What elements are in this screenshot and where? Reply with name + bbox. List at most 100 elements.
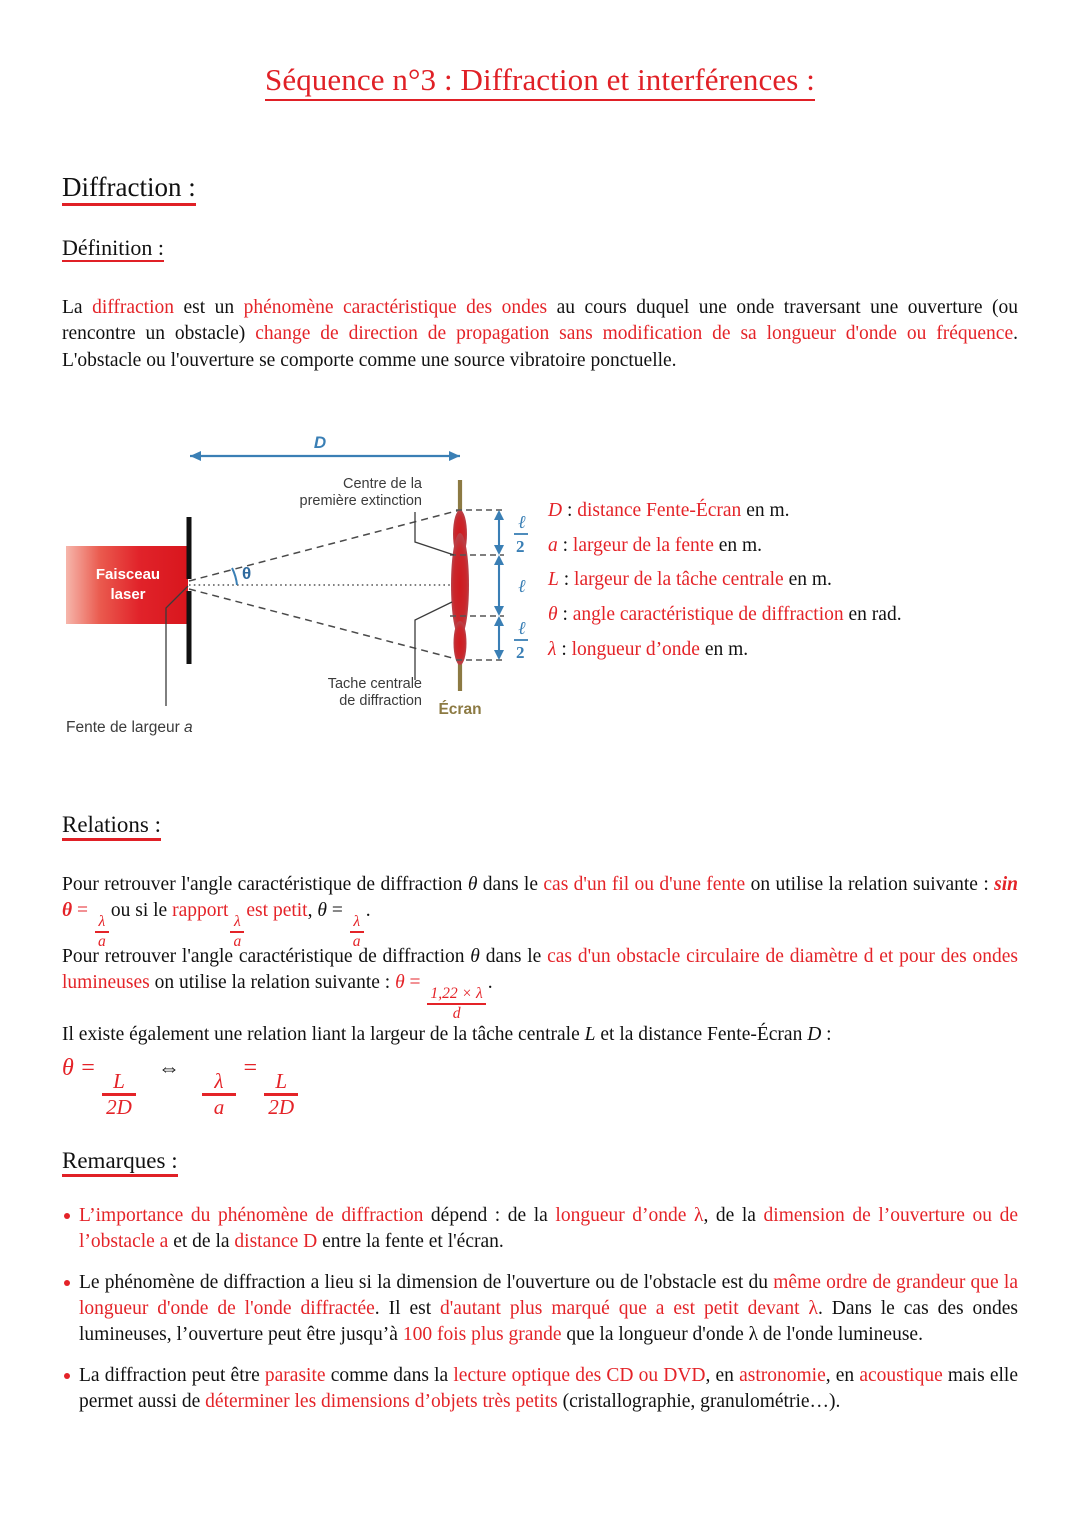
- diffraction-diagram: D Faisceau laser θ ℓ 2 ℓ ℓ 2 Centre de l…: [62, 424, 532, 746]
- legend-item: D : distance Fente-Écran en m.: [548, 494, 1018, 529]
- relations-paragraph-3: Il existe également une relation liant l…: [62, 1022, 1018, 1048]
- formula-equals-2: =: [242, 1055, 259, 1081]
- formula-equals-1: =: [79, 1055, 96, 1081]
- svg-text:θ: θ: [242, 564, 251, 583]
- fraction-denominator: d: [452, 1005, 461, 1023]
- definition-paragraph-wrap: La diffraction est un phénomène caractér…: [62, 295, 1018, 374]
- svg-text:Faisceau: Faisceau: [96, 566, 160, 583]
- legend-symbol: a: [548, 534, 558, 556]
- rel1-red-1: cas d'un fil ou d'une fente: [543, 874, 746, 895]
- b3-text-4: , en: [825, 1364, 860, 1386]
- b3-red-4: acoustique: [859, 1364, 943, 1386]
- b2-text-4: que la longueur d'onde λ de l'onde lumin…: [561, 1324, 923, 1346]
- legend-symbol: θ: [548, 604, 558, 626]
- list-item: L’importance du phénomène de diffraction…: [62, 1203, 1018, 1256]
- legend-unit: en m.: [713, 534, 763, 556]
- relations-p2-wrap: Pour retrouver l'angle caractéristique d…: [62, 944, 1018, 1022]
- svg-text:première extinction: première extinction: [300, 493, 423, 509]
- b1-red-1: L’importance du phénomène de diffraction: [79, 1205, 424, 1226]
- rel3-sym-L: L: [584, 1024, 596, 1045]
- definition-paragraph: La diffraction est un phénomène caractér…: [62, 295, 1018, 374]
- b1-red-4: distance D: [234, 1231, 318, 1253]
- legend-desc: angle caractéristique de diffraction: [572, 604, 844, 626]
- def-text-1: La: [62, 297, 93, 318]
- rel1-text-3: on utilise la relation suivante :: [745, 874, 995, 895]
- remarques-list-wrap: L’importance du phénomène de diffraction…: [62, 1203, 1018, 1429]
- list-item: La diffraction peut être parasite comme …: [62, 1363, 1018, 1416]
- svg-text:D: D: [314, 433, 326, 452]
- relations-p3-wrap: Il existe également une relation liant l…: [62, 1022, 1018, 1048]
- svg-text:Tache centrale: Tache centrale: [328, 676, 422, 692]
- b3-red-2: lecture optique des CD ou DVD: [453, 1364, 706, 1386]
- rel1-equals-2: =: [326, 900, 348, 922]
- svg-text:ℓ: ℓ: [518, 618, 526, 638]
- fraction-numerator: L: [113, 1069, 125, 1094]
- fraction-lambda-over-a-big: λa: [202, 1071, 236, 1118]
- legend-desc: distance Fente-Écran: [577, 500, 742, 521]
- fraction-numerator: λ: [234, 913, 241, 931]
- b3-text-2: comme dans la: [325, 1364, 454, 1386]
- formula-equivalence-icon: ⇔: [158, 1055, 180, 1080]
- svg-text:ℓ: ℓ: [518, 576, 526, 596]
- legend-unit: en rad.: [843, 604, 902, 626]
- b1-text-2: , de la: [703, 1205, 764, 1226]
- fraction-numerator: 1,22 × λ: [430, 985, 483, 1003]
- rel3-text-1: Il existe également une relation liant l…: [62, 1024, 585, 1045]
- heading-definition: Définition :: [62, 235, 165, 263]
- fraction-numerator: L: [275, 1069, 288, 1094]
- rel1-text-5: ,: [307, 900, 318, 922]
- legend-sep: :: [562, 500, 578, 521]
- rel2-theta: θ: [395, 972, 405, 994]
- legend-sep: :: [557, 604, 573, 626]
- rel3-sym-D: D: [807, 1024, 822, 1045]
- svg-text:ℓ: ℓ: [518, 512, 526, 532]
- legend-sep: :: [558, 569, 575, 591]
- screen-label: Écran: [438, 701, 481, 718]
- relations-paragraph-2: Pour retrouver l'angle caractéristique d…: [62, 944, 1018, 1022]
- callout-tache-centrale: Tache centrale de diffraction: [328, 601, 453, 709]
- heading-remarques: Remarques :: [62, 1148, 178, 1178]
- distance-arrow-group: D: [190, 433, 460, 461]
- b2-text-1: Le phénomène de diffraction a lieu si la…: [79, 1271, 774, 1293]
- rel1-text-1: Pour retrouver l'angle caractéristique d…: [62, 874, 468, 895]
- theta-angle: θ: [231, 564, 251, 586]
- legend-item: L : largeur de la tâche centrale en m.: [548, 563, 1018, 598]
- fraction-denominator: 2D: [106, 1095, 132, 1120]
- b1-text-3: et de la: [168, 1231, 235, 1253]
- length-labels: ℓ 2 ℓ ℓ 2: [514, 512, 528, 662]
- b2-red-3: 100 fois plus grande: [402, 1324, 562, 1346]
- def-red-2: phénomène caractéristique des ondes: [243, 297, 548, 318]
- heading-definition-wrap: Définition :: [62, 235, 165, 263]
- svg-text:Fente de largeur a: Fente de largeur a: [66, 719, 193, 736]
- legend-symbol: L: [548, 569, 559, 591]
- rel1-red-2: rapport: [172, 900, 229, 922]
- list-item: Le phénomène de diffraction a lieu si la…: [62, 1270, 1018, 1349]
- b1-red-2: longueur d’onde λ: [555, 1205, 704, 1226]
- fraction-denominator: a: [213, 1095, 225, 1120]
- figure-legend: D : distance Fente-Écran en m. a : large…: [548, 494, 1018, 668]
- b3-text-1: La diffraction peut être: [79, 1364, 265, 1386]
- legend-item: θ : angle caractéristique de diffraction…: [548, 598, 1018, 633]
- def-red-1: diffraction: [92, 297, 175, 318]
- b1-text-1: dépend : de la: [423, 1205, 556, 1226]
- b3-text-3: , en: [705, 1364, 740, 1386]
- formula-theta: θ: [62, 1055, 74, 1081]
- fraction-numerator: λ: [214, 1069, 224, 1094]
- svg-text:Centre de la: Centre de la: [343, 476, 423, 492]
- rel2-text-4: .: [487, 972, 493, 994]
- legend-unit: en m.: [741, 500, 790, 521]
- laser-source-box: Faisceau laser: [66, 546, 188, 624]
- legend-sep: :: [556, 638, 572, 660]
- heading-diffraction: Diffraction :: [62, 172, 196, 207]
- rel1-red-3: est petit: [246, 900, 308, 922]
- b3-red-1: parasite: [264, 1364, 326, 1386]
- heading-relations-wrap: Relations :: [62, 812, 162, 842]
- legend-sep: :: [557, 534, 573, 556]
- def-red-3: change de direction de propagation sans …: [255, 323, 1014, 345]
- fraction-122lambda-over-d: 1,22 × λ d: [427, 985, 486, 1023]
- rel2-equals: =: [404, 972, 426, 994]
- legend-item: a : largeur de la fente en m.: [548, 529, 1018, 564]
- b2-text-2: . Il est: [374, 1297, 441, 1319]
- svg-text:laser: laser: [110, 586, 145, 603]
- page-title: Séquence n°3 : Diffraction et interféren…: [0, 0, 1080, 101]
